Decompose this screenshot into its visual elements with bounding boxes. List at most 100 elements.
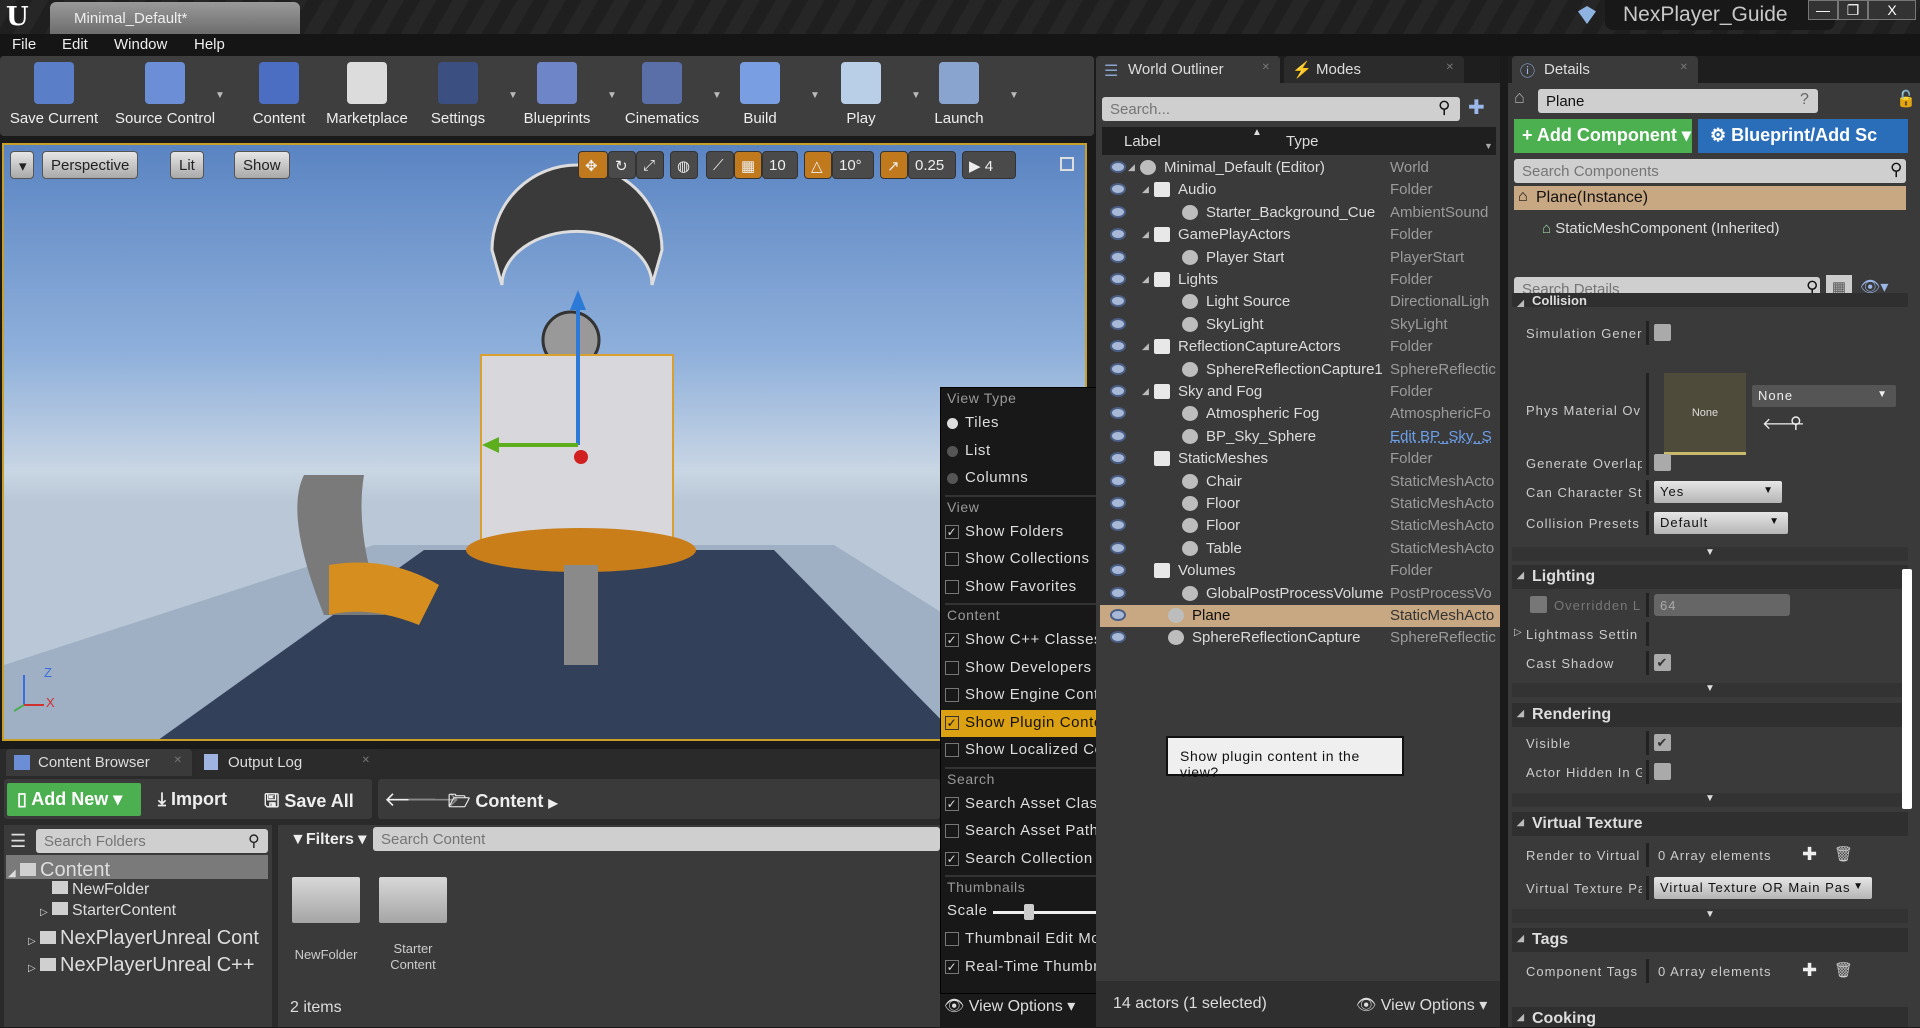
collision-presets-combo[interactable]: Default bbox=[1654, 512, 1788, 534]
visibility-eye-icon[interactable] bbox=[1110, 609, 1126, 621]
visibility-eye-icon[interactable] bbox=[1110, 631, 1126, 644]
collapse-arrow-icon[interactable]: ◢ bbox=[1128, 162, 1135, 173]
section-lighting[interactable]: Lighting bbox=[1512, 565, 1908, 589]
visibility-eye-icon[interactable] bbox=[1110, 497, 1126, 509]
details-scrollbar[interactable] bbox=[1902, 569, 1912, 809]
rotation-snap-icon[interactable]: △ bbox=[804, 151, 832, 179]
outliner-row[interactable]: Starter_Background_Cue AmbientSound bbox=[1100, 202, 1500, 224]
dropdown-caret-icon[interactable]: ▼ bbox=[1009, 90, 1019, 101]
visibility-eye-icon[interactable] bbox=[1110, 407, 1126, 420]
actor-name-input[interactable] bbox=[1538, 89, 1818, 113]
section-cooking[interactable]: Cooking bbox=[1512, 1007, 1908, 1027]
visibility-eye-icon[interactable] bbox=[1110, 183, 1126, 196]
close-button[interactable]: X bbox=[1868, 0, 1916, 20]
column-options-icon[interactable]: ▼ bbox=[1484, 141, 1493, 151]
checkbox-checked-icon[interactable]: ✓ bbox=[945, 524, 959, 539]
search-content-input[interactable] bbox=[373, 827, 940, 851]
visibility-eye-icon[interactable] bbox=[1110, 429, 1126, 442]
outliner-row[interactable]: SphereReflectionCapture1 SphereReflectic bbox=[1100, 359, 1500, 381]
grid-snap-value[interactable]: 10 bbox=[762, 151, 798, 179]
blueprint-add-script-button[interactable]: ⚙ Blueprint/Add Sc bbox=[1698, 119, 1908, 153]
toolbar-save-current-button[interactable]: Save Current bbox=[4, 58, 104, 134]
toolbar-blueprints-button[interactable]: Blueprints bbox=[507, 58, 607, 134]
menu-window[interactable]: Window bbox=[114, 36, 167, 53]
visible-checkbox[interactable]: ✔ bbox=[1654, 734, 1671, 751]
viewport-options-button[interactable]: ▾ bbox=[10, 151, 34, 179]
outliner-search-input[interactable] bbox=[1102, 97, 1460, 121]
column-label[interactable]: Label bbox=[1124, 133, 1161, 150]
tab-world-outliner[interactable]: ☰ World Outliner ✕ bbox=[1096, 56, 1280, 83]
world-space-icon[interactable]: ◍ bbox=[670, 151, 698, 179]
outliner-row[interactable]: SkyLight SkyLight bbox=[1100, 314, 1500, 336]
toolbar-source-control-button[interactable]: Source Control bbox=[115, 58, 215, 134]
scale-snap-icon[interactable]: ↗ bbox=[880, 151, 908, 179]
outliner-row[interactable]: ◢ Lights Folder bbox=[1100, 269, 1500, 291]
actor-hidden-checkbox[interactable] bbox=[1654, 763, 1671, 780]
scale-mode-icon[interactable]: ⤢ bbox=[636, 151, 664, 179]
collapse-arrow-icon[interactable]: ◢ bbox=[1142, 386, 1149, 397]
tab-output-log[interactable]: Output Log ✕ bbox=[196, 749, 380, 776]
visibility-eye-icon[interactable] bbox=[1110, 161, 1126, 173]
visibility-eye-icon[interactable] bbox=[1110, 228, 1126, 241]
folder-tree-item[interactable]: ▷ NexPlayerUnreal C++ Cla bbox=[28, 954, 260, 977]
visibility-eye-icon[interactable] bbox=[1110, 452, 1126, 465]
tab-modes[interactable]: ⚡ Modes ✕ bbox=[1284, 56, 1464, 83]
overridden-value-input[interactable]: 64 bbox=[1654, 594, 1790, 616]
import-button[interactable]: ⤓ Import bbox=[158, 789, 227, 810]
outliner-row[interactable]: SphereReflectionCapture SphereReflectic bbox=[1100, 627, 1500, 649]
folder-tree-item[interactable]: ▷ StarterContent bbox=[40, 902, 260, 920]
perspective-button[interactable]: Perspective bbox=[42, 151, 139, 179]
collapse-arrow-icon[interactable]: ◢ bbox=[1142, 229, 1149, 240]
toolbar-settings-button[interactable]: Settings bbox=[408, 58, 508, 134]
outliner-row[interactable]: ◢ Sky and Fog Folder bbox=[1100, 381, 1500, 403]
outliner-row[interactable]: ◢ Minimal_Default (Editor) World bbox=[1100, 157, 1500, 179]
advanced-expand-icon[interactable]: ▼ bbox=[1512, 909, 1908, 923]
tab-content-browser[interactable]: Content Browser ✕ bbox=[6, 749, 192, 776]
column-type[interactable]: Type bbox=[1286, 133, 1319, 150]
checkbox-unchecked-icon[interactable] bbox=[945, 824, 959, 838]
document-tab[interactable]: Minimal_Default* bbox=[50, 2, 300, 34]
slider-handle[interactable] bbox=[1024, 904, 1035, 920]
toolbar-play-button[interactable]: Play bbox=[811, 58, 911, 134]
scale-snap-value[interactable]: 0.25 bbox=[908, 151, 956, 179]
search-folders-input[interactable] bbox=[36, 829, 268, 853]
checkbox-unchecked-icon[interactable] bbox=[945, 688, 959, 702]
outliner-row[interactable]: Chair StaticMeshActo bbox=[1100, 471, 1500, 493]
save-all-button[interactable]: 🖫 Save All bbox=[264, 789, 354, 819]
advanced-expand-icon[interactable]: ▼ bbox=[1512, 793, 1908, 807]
folder-tree-item[interactable]: NewFolder bbox=[40, 881, 260, 899]
toolbar-launch-button[interactable]: Launch bbox=[909, 58, 1009, 134]
toolbar-content-button[interactable]: Content bbox=[229, 58, 329, 134]
visibility-eye-icon[interactable] bbox=[1110, 385, 1126, 397]
section-tags[interactable]: Tags bbox=[1512, 928, 1908, 952]
folder-tree-item[interactable]: ▷ NexPlayerUnreal Content bbox=[28, 927, 260, 950]
outliner-row[interactable]: StaticMeshes Folder bbox=[1100, 448, 1500, 470]
checkbox-unchecked-icon[interactable] bbox=[945, 932, 959, 946]
visibility-eye-icon[interactable] bbox=[1110, 564, 1126, 577]
outliner-row[interactable]: Volumes Folder bbox=[1100, 560, 1500, 582]
close-tab-icon[interactable]: ✕ bbox=[1680, 62, 1688, 73]
simulation-generates-hit-checkbox[interactable] bbox=[1654, 324, 1671, 341]
outliner-row[interactable]: BP_Sky_Sphere Edit BP_Sky_S bbox=[1100, 426, 1500, 448]
camera-speed-button[interactable]: ▶ 4 bbox=[962, 151, 1016, 179]
collapse-arrow-icon[interactable]: ◢ bbox=[8, 868, 20, 879]
surface-snap-icon[interactable]: ⟋ bbox=[706, 151, 734, 179]
outliner-row[interactable]: Light Source DirectionalLigh bbox=[1100, 291, 1500, 313]
checkbox-checked-icon[interactable]: ✓ bbox=[945, 633, 959, 647]
add-component-button[interactable]: + Add Component ▾ bbox=[1514, 119, 1692, 153]
menu-help[interactable]: Help bbox=[194, 36, 225, 53]
visibility-eye-icon[interactable] bbox=[1110, 362, 1126, 375]
visibility-eye-icon[interactable] bbox=[1110, 541, 1126, 554]
prop-lightmass-settings[interactable]: ▷ Lightmass Settin bbox=[1512, 622, 1908, 646]
outliner-row[interactable]: ◢ GamePlayActors Folder bbox=[1100, 224, 1500, 246]
maximize-button[interactable]: ❐ bbox=[1838, 0, 1868, 20]
outliner-view-options-button[interactable]: 👁 View Options ▾ bbox=[1356, 995, 1487, 1015]
expand-arrow-icon[interactable]: ▷ bbox=[1514, 627, 1523, 638]
outliner-row[interactable]: Player Start PlayerStart bbox=[1100, 247, 1500, 269]
checkbox-unchecked-icon[interactable] bbox=[945, 743, 959, 757]
outliner-row[interactable]: Table StaticMeshActo bbox=[1100, 538, 1500, 560]
show-button[interactable]: Show bbox=[234, 151, 290, 179]
component-plane-instance[interactable]: ⌂ Plane(Instance) bbox=[1514, 186, 1906, 210]
visibility-eye-icon[interactable] bbox=[1110, 474, 1126, 487]
advanced-expand-icon[interactable]: ▼ bbox=[1512, 683, 1908, 697]
